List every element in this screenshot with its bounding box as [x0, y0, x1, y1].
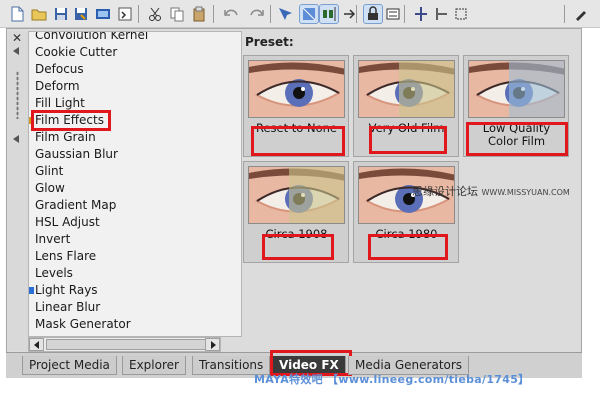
toolbar-separator — [213, 5, 214, 23]
preset-thumbnail — [248, 166, 345, 224]
dock-strip: ✕ — [8, 31, 28, 351]
toolbar-separator — [356, 5, 357, 23]
open-folder-icon[interactable] — [30, 5, 48, 23]
label-highlight-box — [251, 126, 345, 156]
properties-icon[interactable] — [116, 5, 134, 23]
horizontal-scrollbar[interactable] — [28, 337, 221, 352]
effect-label: HSL Adjust — [35, 215, 100, 229]
effect-label: Defocus — [35, 62, 84, 76]
effect-list-item[interactable]: Lens Flare — [29, 248, 221, 265]
effect-list-item[interactable]: Levels — [29, 265, 221, 282]
effect-list-item[interactable]: Light Rays — [29, 282, 221, 299]
effect-list-item[interactable]: Glow — [29, 180, 221, 197]
expand-arrow-icon[interactable] — [13, 135, 19, 143]
effect-label: Film Grain — [35, 130, 96, 144]
main-toolbar — [0, 0, 600, 28]
label-highlight-box — [262, 234, 334, 260]
preset-tile[interactable]: Very Old Film — [353, 55, 459, 157]
effect-list-item[interactable]: Convolution Kernel — [29, 31, 221, 44]
effect-list-item[interactable]: Invert — [29, 231, 221, 248]
effect-label: Glint — [35, 164, 64, 178]
watermark-en-text: WWW.MISSYUAN.COM — [481, 188, 570, 197]
effect-list-item[interactable]: Gaussian Blur — [29, 146, 221, 163]
forum-watermark: MAYA特效吧 【www.lineeg.com/tieba/1745】 — [254, 373, 530, 386]
lock-envelopes-icon[interactable] — [363, 4, 383, 24]
effect-label: Linear Blur — [35, 300, 101, 314]
split-icon[interactable] — [412, 5, 430, 23]
effect-label: Levels — [35, 266, 73, 280]
preset-thumbnail — [468, 60, 565, 118]
undo-icon[interactable] — [222, 5, 240, 23]
label-highlight-box — [466, 122, 568, 156]
preset-tile[interactable]: Reset to None — [243, 55, 349, 157]
redo-icon[interactable] — [248, 5, 266, 23]
new-file-icon[interactable] — [8, 5, 26, 23]
paint-icon[interactable] — [572, 5, 590, 23]
scroll-left-button[interactable] — [29, 338, 44, 351]
trim-end-icon[interactable] — [452, 5, 470, 23]
site-watermark: 思缘设计论坛 WWW.MISSYUAN.COM — [412, 183, 570, 199]
effect-label: Light Rays — [35, 283, 98, 297]
effect-list-item[interactable]: Glint — [29, 163, 221, 180]
video-fx-window: ✕ Convolution Kernel Cookie Cutter Defocus… — [6, 28, 582, 378]
save-icon[interactable] — [52, 5, 70, 23]
preset-tile[interactable]: Low Quality Color Film — [463, 55, 569, 157]
effect-list-item[interactable]: Film Grain — [29, 129, 221, 146]
preset-thumbnail — [248, 60, 345, 118]
selection-highlight-box — [31, 110, 111, 131]
effect-label: Invert — [35, 232, 71, 246]
preset-grid: Reset to None Very Old Film Low Quality Co… — [243, 55, 579, 351]
preset-heading: Preset: — [245, 35, 294, 49]
snap-icon[interactable] — [319, 4, 339, 24]
effect-label: Gradient Map — [35, 198, 117, 212]
effect-label: Deform — [35, 79, 80, 93]
effect-list-item[interactable]: HSL Adjust — [29, 214, 221, 231]
toolbar-separator — [404, 5, 405, 23]
effect-label: Glow — [35, 181, 65, 195]
effect-label: Mask Generator — [35, 317, 131, 331]
watermark-cn-text: 思缘设计论坛 — [412, 185, 478, 198]
toolbar-separator — [138, 5, 139, 23]
horizontal-scroll-thumb[interactable] — [46, 339, 206, 350]
effect-label: Gaussian Blur — [35, 147, 118, 161]
preset-tile[interactable]: Circa 1980 — [353, 161, 459, 263]
normal-edit-tool-icon[interactable] — [276, 5, 294, 23]
effect-label: Convolution Kernel — [35, 31, 149, 42]
label-highlight-box — [368, 234, 448, 260]
copy-icon[interactable] — [168, 5, 186, 23]
video-effects-list[interactable]: Convolution Kernel Cookie Cutter Defocus De… — [28, 31, 242, 337]
effect-list-item[interactable]: Cookie Cutter — [29, 44, 221, 61]
plugin-marker-icon — [29, 287, 34, 294]
preset-thumbnail — [358, 60, 455, 118]
scroll-right-button[interactable] — [205, 338, 220, 351]
ignore-grouping-icon[interactable] — [384, 5, 402, 23]
drag-grip-icon[interactable] — [16, 71, 19, 119]
label-highlight-box — [369, 126, 447, 154]
close-icon[interactable]: ✕ — [12, 31, 22, 45]
effect-label: Cookie Cutter — [35, 45, 118, 59]
toolbar-separator — [564, 5, 565, 23]
render-icon[interactable] — [94, 5, 112, 23]
toolbar-separator — [270, 5, 271, 23]
effect-label: Lens Flare — [35, 249, 97, 263]
cut-icon[interactable] — [146, 5, 164, 23]
effect-list-item[interactable]: Gradient Map — [29, 197, 221, 214]
collapse-arrow-icon[interactable] — [13, 47, 19, 55]
paste-icon[interactable] — [190, 5, 208, 23]
effect-label: Fill Light — [35, 96, 85, 110]
save-as-icon[interactable] — [72, 5, 90, 23]
tab-explorer[interactable]: Explorer — [122, 356, 186, 375]
effect-list-item[interactable]: Linear Blur — [29, 299, 221, 316]
effect-list-item[interactable]: Deform — [29, 78, 221, 95]
selection-tool-icon[interactable] — [299, 4, 319, 24]
tab-project-media[interactable]: Project Media — [22, 356, 117, 375]
effect-list-item[interactable]: Defocus — [29, 61, 221, 78]
effect-list-item[interactable]: Mask Generator — [29, 316, 221, 333]
trim-start-icon[interactable] — [432, 5, 450, 23]
preset-tile[interactable]: Circa 1908 — [243, 161, 349, 263]
